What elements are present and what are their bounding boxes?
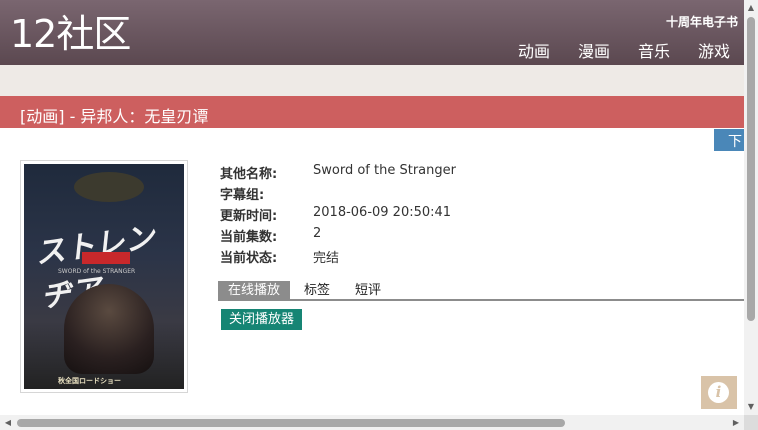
poster-figure xyxy=(64,284,154,374)
page-title: [动画] - 异邦人：无皇刃谭 xyxy=(20,107,209,126)
nav-item-music[interactable]: 音乐 xyxy=(638,38,670,62)
info-row-other-name: 其他名称: Sword of the Stranger xyxy=(220,163,456,184)
info-key: 字幕组: xyxy=(220,188,265,203)
poster-subtitle: SWORD of the STRANGER xyxy=(58,268,136,275)
tab-tags[interactable]: 标签 xyxy=(304,281,330,300)
site-logo[interactable]: 12社区 xyxy=(10,12,131,56)
info-value: 完结 xyxy=(313,251,340,266)
info-key: 当前状态: xyxy=(220,251,278,266)
nav-item-games[interactable]: 游戏 xyxy=(698,38,730,62)
tab-online-play[interactable]: 在线播放 xyxy=(218,281,290,300)
site-header: 12社区 十周年电子书 动画 漫画 音乐 游戏 xyxy=(0,0,744,65)
download-tab[interactable]: 下 xyxy=(714,129,744,151)
content-tabs: 在线播放 标签 短评 xyxy=(218,281,744,301)
info-key: 其他名称: xyxy=(220,167,278,182)
info-value: 2 xyxy=(313,226,322,241)
info-button[interactable]: i xyxy=(701,376,737,409)
poster-art: ストレンヂア SWORD of the STRANGER 秋全国ロードショー xyxy=(24,164,184,389)
info-row-subtitle-group: 字幕组: xyxy=(220,184,456,205)
info-icon: i xyxy=(708,382,729,403)
poster-red-stamp xyxy=(82,252,130,264)
scroll-down-arrow-icon[interactable]: ▼ xyxy=(744,400,758,414)
poster-hat-shape xyxy=(74,172,144,202)
main-nav: 动画 漫画 音乐 游戏 xyxy=(518,38,730,62)
poster-bottom-text: 秋全国ロードショー xyxy=(58,377,121,385)
info-list: 其他名称: Sword of the Stranger 字幕组: 更新时间: 2… xyxy=(220,163,456,268)
scroll-up-arrow-icon[interactable]: ▲ xyxy=(744,1,758,15)
scroll-left-arrow-icon[interactable]: ◀ xyxy=(1,415,15,430)
scrollbar-corner xyxy=(744,415,758,430)
info-row-update-time: 更新时间: 2018-06-09 20:50:41 xyxy=(220,205,456,226)
nav-item-anime[interactable]: 动画 xyxy=(518,38,550,62)
info-key: 更新时间: xyxy=(220,209,278,224)
info-key: 当前集数: xyxy=(220,230,278,245)
scroll-right-arrow-icon[interactable]: ▶ xyxy=(729,415,743,430)
info-value: Sword of the Stranger xyxy=(313,163,456,178)
close-player-button[interactable]: 关闭播放器 xyxy=(221,309,302,330)
info-row-episode-count: 当前集数: 2 xyxy=(220,226,456,247)
horizontal-scrollbar[interactable]: ◀ ▶ xyxy=(0,415,744,430)
vertical-scroll-thumb[interactable] xyxy=(747,17,755,321)
info-value: 2018-06-09 20:50:41 xyxy=(313,205,452,220)
header-band xyxy=(0,65,744,96)
nav-item-manga[interactable]: 漫画 xyxy=(578,38,610,62)
poster-image: ストレンヂア SWORD of the STRANGER 秋全国ロードショー xyxy=(20,160,188,393)
horizontal-scroll-thumb[interactable] xyxy=(17,419,565,427)
info-row-status: 当前状态: 完结 xyxy=(220,247,456,268)
page: 12社区 十周年电子书 动画 漫画 音乐 游戏 [动画] - 异邦人：无皇刃谭 … xyxy=(0,0,744,415)
vertical-scrollbar[interactable]: ▲ ▼ xyxy=(744,0,758,415)
anniversary-ebook-link[interactable]: 十周年电子书 xyxy=(666,13,738,30)
tab-short-reviews[interactable]: 短评 xyxy=(355,281,381,300)
title-bar: [动画] - 异邦人：无皇刃谭 xyxy=(0,96,744,128)
